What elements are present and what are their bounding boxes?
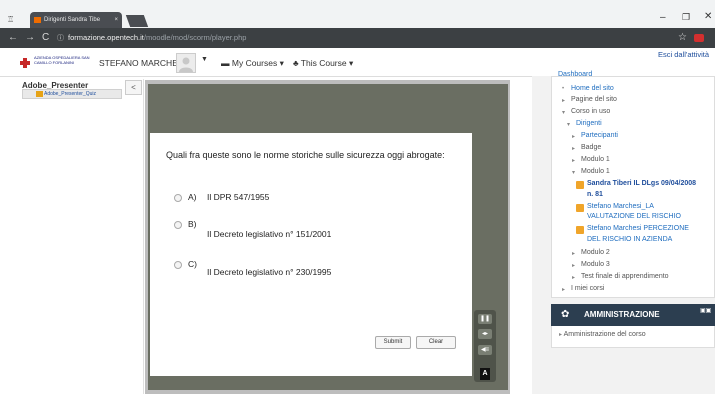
nav-item-home[interactable]: Home del sito — [571, 85, 614, 92]
this-course-label: This Course — [300, 58, 347, 68]
user-name[interactable]: STEFANO MARCHESI — [99, 58, 186, 68]
option-b-letter: B) — [188, 219, 197, 229]
url-field[interactable]: formazione.opentech.it/moodle/mod/scorm/… — [68, 33, 246, 42]
nav-item-modulo3[interactable]: Modulo 3 — [581, 261, 610, 268]
laptop-icon: ▬ — [221, 58, 230, 68]
nav-item-current-course[interactable]: Corso in uso — [571, 108, 610, 115]
browser-tab[interactable]: Dirigenti Sandra Tibe × — [30, 12, 122, 28]
chevron-right-icon[interactable]: ▸ — [572, 250, 575, 257]
chevron-right-icon[interactable]: ▸ — [562, 286, 565, 293]
nav-item-modulo1-a[interactable]: Modulo 1 — [581, 156, 610, 163]
chevron-down-icon[interactable]: ▾ — [572, 169, 575, 176]
sitemap-icon: ♣ — [293, 58, 299, 68]
nav-item-modulo1-b[interactable]: Modulo 1 — [581, 168, 610, 175]
chevron-down-icon[interactable]: ▾ — [567, 121, 570, 128]
admin-item-label: Amministrazione del corso — [563, 331, 646, 338]
option-c-text[interactable]: Il Decreto legislativo n° 230/1995 — [207, 267, 331, 277]
block-controls-icon[interactable]: ▣▣ — [700, 307, 711, 314]
scorm-toc-panel — [20, 79, 144, 394]
nav-activity-percezione[interactable]: Stefano Marchesi PERCEZIONE — [587, 225, 689, 232]
option-b-radio[interactable] — [174, 221, 182, 229]
hospital-logo-icon[interactable] — [20, 58, 30, 68]
option-c-letter: C) — [188, 259, 197, 269]
admin-item-course-administration[interactable]: ▸ Amministrazione del corso — [559, 331, 646, 338]
logo-text: AZIENDA OSPEDALIERA SAN CAMILLO FORLANIN… — [34, 55, 90, 65]
tab-close-icon[interactable]: × — [114, 12, 118, 28]
url-host: formazione.opentech.it — [68, 33, 144, 42]
nav-item-dirigenti[interactable]: Dirigenti — [576, 120, 602, 127]
toc-collapse-button[interactable]: < — [125, 80, 142, 95]
nav-item-modulo2[interactable]: Modulo 2 — [581, 249, 610, 256]
extension-icon[interactable] — [694, 34, 704, 42]
clear-button[interactable]: Clear — [416, 336, 456, 349]
nav-activity-valutazione[interactable]: Stefano Marchesi_LA — [587, 203, 654, 210]
submit-button[interactable]: Submit — [375, 336, 411, 349]
back-icon[interactable]: ← — [8, 32, 18, 43]
my-courses-label: My Courses — [231, 58, 278, 68]
incognito-icon: ♖ — [7, 15, 15, 24]
chevron-right-icon[interactable]: ▸ — [572, 133, 575, 140]
nav-item-my-courses[interactable]: I miei corsi — [571, 285, 604, 292]
user-silhouette-icon — [179, 57, 193, 72]
option-c-radio[interactable] — [174, 261, 182, 269]
chevron-right-icon: ▸ — [559, 332, 563, 338]
reload-icon[interactable]: C — [42, 32, 49, 43]
nav-item-site-pages[interactable]: Pagine del sito — [571, 96, 617, 103]
nav-item-badge[interactable]: Badge — [581, 144, 601, 151]
chevron-down-icon: ▾ — [279, 58, 284, 68]
gear-icon: ✿ — [561, 309, 570, 320]
option-a-radio[interactable] — [174, 194, 182, 202]
adobe-logo-icon[interactable]: A — [480, 368, 490, 380]
nav-activity-sandra-tiberi[interactable]: Sandra Tiberi IL DLgs 09/04/2008 — [587, 180, 696, 187]
option-b-text[interactable]: Il Decreto legislativo n° 151/2001 — [207, 229, 331, 239]
avatar[interactable] — [176, 53, 196, 73]
chevron-down-icon[interactable]: ▾ — [562, 109, 565, 116]
user-menu-caret-icon[interactable]: ▼ — [201, 56, 208, 63]
quiz-question: Quali fra queste sono le norme storiche … — [166, 150, 445, 160]
window-maximize-button[interactable]: ❐ — [682, 12, 690, 23]
nav-item-test-finale[interactable]: Test finale di apprendimento — [581, 273, 669, 280]
nav-activity-percezione-line2[interactable]: DEL RISCHIO IN AZIENDA — [587, 236, 672, 243]
administration-title: AMMINISTRAZIONE — [584, 310, 660, 319]
nav-dashboard[interactable]: Dashboard — [558, 71, 592, 78]
window-close-button[interactable]: ✕ — [704, 11, 712, 22]
scorm-activity-icon — [576, 181, 584, 189]
forward-icon[interactable]: → — [25, 32, 35, 43]
pause-icon[interactable]: ❚❚ — [478, 314, 492, 324]
nav-activity-valutazione-line2[interactable]: VALUTAZIONE DEL RISCHIO — [587, 213, 681, 220]
option-a-letter: A) — [188, 192, 197, 202]
tab-title: Dirigenti Sandra Tibe — [44, 17, 101, 23]
scorm-activity-icon — [576, 204, 584, 212]
chevron-right-icon[interactable]: ▸ — [572, 274, 575, 281]
scorm-package-icon — [36, 91, 43, 97]
this-course-menu[interactable]: ♣ This Course ▾ — [293, 58, 353, 69]
chevron-right-icon[interactable]: ▸ — [572, 157, 575, 164]
info-icon[interactable]: ⓘ — [57, 33, 64, 43]
url-path: /moodle/mod/scorm/player.php — [143, 33, 247, 42]
chevron-right-icon[interactable]: ▸ — [562, 97, 565, 104]
my-courses-menu[interactable]: ▬ My Courses ▾ — [221, 58, 284, 69]
bullet-icon: • — [562, 86, 565, 92]
toc-item[interactable]: Adobe_Presenter_Quiz — [22, 89, 122, 99]
nav-item-participants[interactable]: Partecipanti — [581, 132, 618, 139]
scorm-activity-icon — [576, 226, 584, 234]
seek-icon[interactable]: ◂▸ — [478, 329, 492, 339]
bookmark-star-icon[interactable]: ☆ — [678, 32, 687, 43]
toc-item-label: Adobe_Presenter_Quiz — [44, 91, 96, 97]
chevron-right-icon[interactable]: ▸ — [572, 262, 575, 269]
new-tab-button[interactable] — [125, 15, 149, 27]
nav-activity-sandra-tiberi-line2[interactable]: n. 81 — [587, 191, 603, 198]
tab-favicon-icon — [34, 17, 41, 23]
chevron-right-icon[interactable]: ▸ — [572, 145, 575, 152]
exit-activity-link[interactable]: Esci dall'attività — [658, 50, 709, 59]
window-minimize-button[interactable]: – — [660, 12, 666, 23]
volume-icon[interactable]: ◀≡ — [478, 345, 492, 355]
option-a-text[interactable]: Il DPR 547/1955 — [207, 192, 269, 202]
chevron-down-icon: ▾ — [349, 58, 354, 68]
